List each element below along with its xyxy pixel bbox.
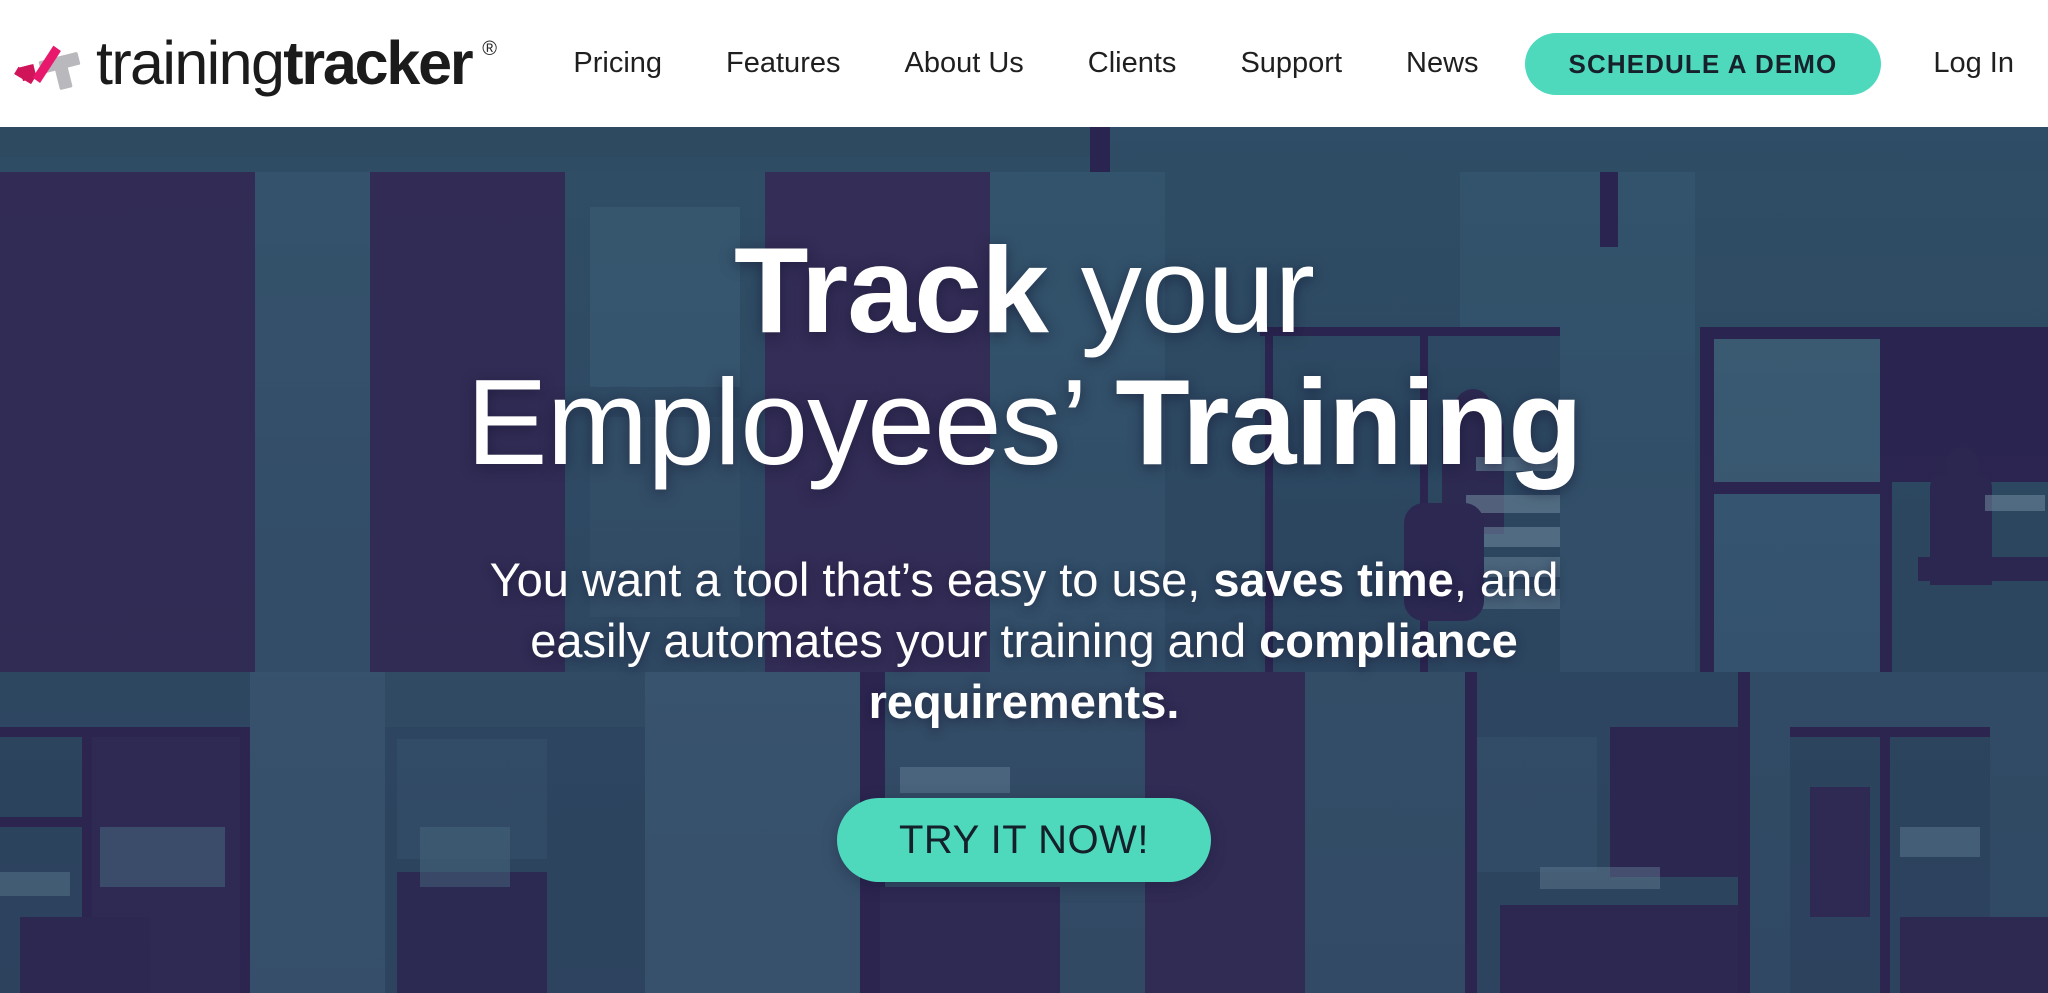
nav-item-about-us[interactable]: About Us [872, 47, 1055, 80]
header-actions: SCHEDULE A DEMO Log In [1524, 32, 2022, 95]
hero-heading-word-your: your [1047, 222, 1315, 358]
brand-logo[interactable]: trainingtracker ® [14, 30, 497, 98]
hero-heading: Track your Employees’ Training [466, 222, 1582, 490]
nav-item-news[interactable]: News [1374, 47, 1511, 80]
hero-subheading: You want a tool that’s easy to use, save… [484, 549, 1564, 732]
hero-heading-word-training: Training [1115, 353, 1582, 490]
schedule-demo-button[interactable]: SCHEDULE A DEMO [1524, 32, 1882, 95]
hero-content: Track your Employees’ Training You want a… [0, 127, 2048, 993]
nav-item-clients[interactable]: Clients [1056, 47, 1209, 80]
brand-wordmark: trainingtracker ® [96, 33, 497, 94]
try-it-now-button[interactable]: TRY IT NOW! [837, 797, 1211, 882]
registered-mark-icon: ® [482, 38, 497, 60]
nav-item-support[interactable]: Support [1208, 47, 1374, 80]
hero-heading-word-track: Track [733, 222, 1049, 358]
nav-item-pricing[interactable]: Pricing [541, 47, 694, 80]
hero-heading-word-employees: Employees’ [466, 353, 1116, 490]
login-link[interactable]: Log In [1933, 47, 2014, 80]
hero-sub-part-1: You want a tool that’s easy to use, [489, 552, 1214, 606]
main-navigation: Pricing Features About Us Clients Suppor… [541, 47, 1510, 80]
hero-section: Track your Employees’ Training You want a… [0, 127, 2048, 993]
site-header: trainingtracker ® Pricing Features About … [0, 0, 2048, 127]
brand-name-bold: tracker [283, 29, 473, 97]
brand-name-light: training [96, 29, 285, 97]
nav-item-features[interactable]: Features [694, 47, 872, 80]
checkmark-t-logo-icon [14, 36, 88, 98]
hero-sub-bold-saves-time: saves time [1213, 552, 1454, 606]
